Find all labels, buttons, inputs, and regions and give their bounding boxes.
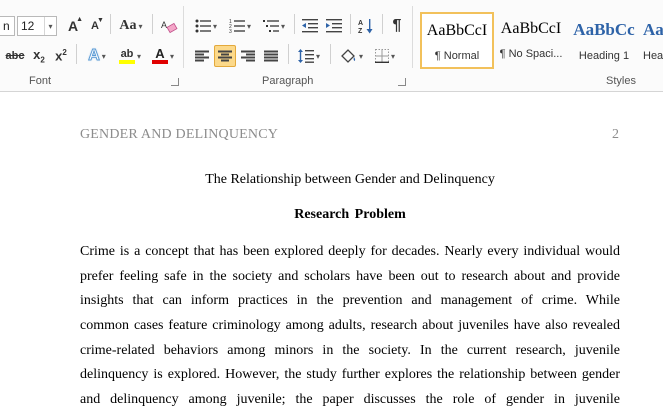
section-heading: Research Problem <box>294 207 406 222</box>
borders-button[interactable] <box>370 45 400 67</box>
font-name-combo[interactable]: n <box>0 16 15 36</box>
superscript-icon: x2 <box>55 48 67 64</box>
style-no-spacing-sample: AaBbCcI <box>500 20 562 37</box>
document-page[interactable]: GENDER AND DELINQUENCY 2 The Relationshi… <box>0 93 663 417</box>
paragraph-line: common cases feature criminology among a… <box>80 318 620 333</box>
style-heading-2[interactable]: AaBbCc Hea <box>640 12 663 69</box>
text-effects-button[interactable]: A <box>82 45 112 67</box>
paragraph-group-label: Paragraph <box>262 75 314 87</box>
running-header: GENDER AND DELINQUENCY <box>80 127 279 142</box>
subscript-button[interactable]: x2 <box>29 45 49 67</box>
style-normal-label: ¶ Normal <box>434 50 480 62</box>
text-effects-icon: A <box>88 47 101 65</box>
shrink-font-button[interactable]: A ▼ <box>85 15 105 37</box>
numbering-button[interactable]: 1 2 3 <box>225 15 255 37</box>
page-number: 2 <box>612 127 619 142</box>
styles-group-label: Styles <box>606 75 636 87</box>
justify-button[interactable] <box>260 45 282 67</box>
separator <box>110 14 111 34</box>
paragraph-line: crime-related behaviors among minors in … <box>80 343 620 358</box>
svg-text:Z: Z <box>358 28 363 34</box>
font-size-dropdown-icon[interactable]: ▾ <box>44 17 56 35</box>
style-heading-2-label: Hea <box>643 50 663 62</box>
line-spacing-button[interactable] <box>294 45 324 67</box>
shading-button[interactable] <box>335 45 367 67</box>
font-group-label: Font <box>29 75 52 87</box>
clear-formatting-button[interactable]: A <box>157 15 181 37</box>
font-size-combo[interactable]: 12 ▾ <box>17 16 57 36</box>
paint-bucket-icon <box>341 49 356 63</box>
align-right-icon <box>241 50 255 62</box>
paragraph-dialog-launcher-icon[interactable] <box>398 78 406 86</box>
style-heading-1-label: Heading 1 <box>578 50 630 62</box>
highlight-icon: ab <box>118 48 135 64</box>
svg-text:A: A <box>358 20 363 27</box>
superscript-button[interactable]: x2 <box>51 45 71 67</box>
numbering-icon: 1 2 3 <box>229 19 245 33</box>
align-left-button[interactable] <box>191 45 213 67</box>
paragraph-line: and delinquency among juvenile; the pape… <box>80 392 620 407</box>
svg-text:3: 3 <box>229 29 232 33</box>
bullets-icon <box>195 19 211 33</box>
style-normal-sample: AaBbCcI <box>426 22 488 39</box>
sort-icon: A Z <box>358 19 373 34</box>
font-dialog-launcher-icon[interactable] <box>171 78 179 86</box>
grow-font-button[interactable]: A ▲ <box>63 15 83 37</box>
increase-indent-button[interactable] <box>323 15 345 37</box>
decrease-indent-button[interactable] <box>299 15 321 37</box>
group-separator <box>183 6 184 68</box>
subscript-icon: x2 <box>33 47 45 65</box>
font-name-value: n <box>3 19 10 33</box>
document-title: The Relationship between Gender and Deli… <box>205 172 495 187</box>
separator <box>350 14 351 34</box>
align-center-icon <box>218 50 232 62</box>
shrink-font-icon: A ▼ <box>91 17 104 32</box>
separator <box>152 14 153 34</box>
strikethrough-icon: abc <box>5 50 25 62</box>
text-highlight-button[interactable]: ab <box>114 45 146 67</box>
separator <box>76 44 77 64</box>
svg-text:A: A <box>161 20 167 30</box>
multilevel-list-icon <box>262 20 279 32</box>
borders-icon <box>374 49 389 63</box>
justify-icon <box>264 50 278 62</box>
sort-button[interactable]: A Z <box>355 15 377 37</box>
style-normal[interactable]: AaBbCcI ¶ Normal <box>420 12 494 69</box>
align-center-button[interactable] <box>214 45 236 67</box>
font-color-icon: A <box>151 47 168 64</box>
separator <box>294 14 295 34</box>
ribbon: n 12 ▾ A▲ A▼ Aa A abc x2 x2 A ab <box>0 0 663 92</box>
bullets-button[interactable] <box>191 15 221 37</box>
line-spacing-icon <box>297 49 314 63</box>
separator <box>382 14 383 34</box>
style-heading-1-sample: AaBbCc <box>573 20 635 39</box>
change-case-button[interactable]: Aa <box>116 15 146 37</box>
font-size-value: 12 <box>21 19 35 33</box>
style-heading-1[interactable]: AaBbCc Heading 1 <box>567 12 641 69</box>
increase-indent-icon <box>326 19 342 33</box>
show-formatting-marks-button[interactable]: ¶ <box>386 15 408 37</box>
style-no-spacing[interactable]: AaBbCcI ¶ No Spaci... <box>494 12 568 69</box>
multilevel-list-button[interactable] <box>259 15 289 37</box>
paragraph-line: insights that can inform practices in th… <box>80 293 620 308</box>
paragraph-line: prefer feeling safe in the society and s… <box>80 269 620 284</box>
align-left-icon <box>195 50 209 62</box>
change-case-icon: Aa <box>119 18 137 33</box>
separator <box>288 44 289 64</box>
paragraph-line: delinquency is explored. However, the st… <box>80 367 620 382</box>
clear-formatting-icon: A <box>161 20 178 34</box>
grow-font-icon: A ▲ <box>67 16 84 34</box>
separator <box>330 44 331 64</box>
decrease-indent-icon <box>302 19 318 33</box>
pilcrow-icon: ¶ <box>392 17 402 34</box>
style-heading-2-sample: AaBbCc <box>643 20 663 39</box>
strikethrough-button[interactable]: abc <box>3 45 27 67</box>
font-color-button[interactable]: A <box>148 45 178 67</box>
align-right-button[interactable] <box>237 45 259 67</box>
paragraph-line: Crime is a concept that has been explore… <box>80 244 620 259</box>
group-separator <box>412 6 413 68</box>
style-no-spacing-label: ¶ No Spaci... <box>499 48 563 60</box>
